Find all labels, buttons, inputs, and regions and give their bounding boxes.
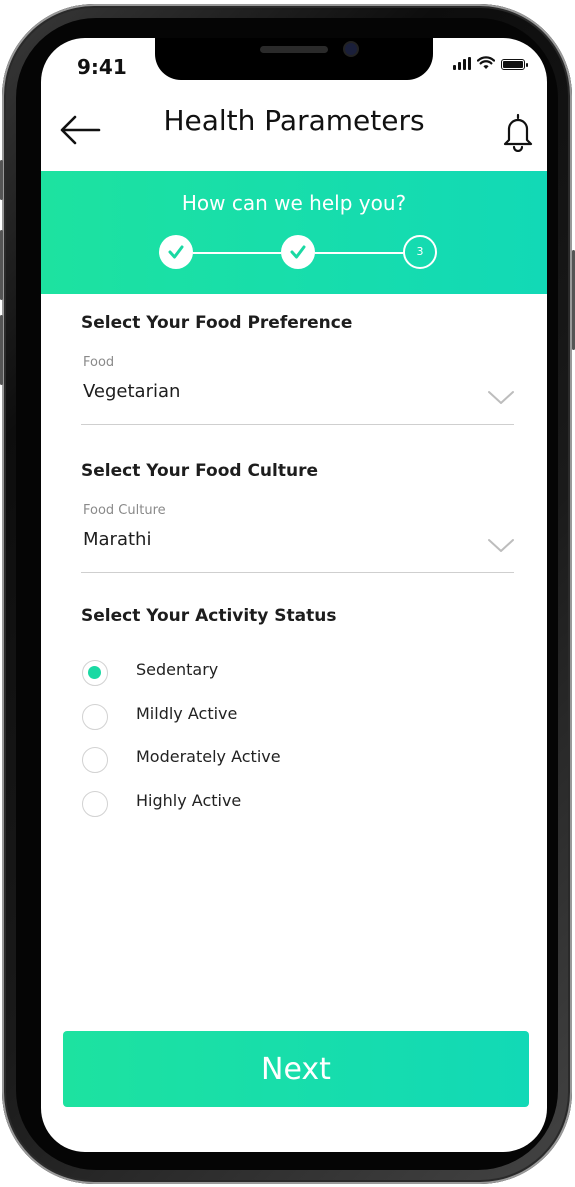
banner-prompt: How can we help you? [181,191,407,215]
side-button-volume-up [0,230,3,300]
progress-banner: How can we help you? 3 [41,171,547,294]
check-icon [168,245,184,259]
radio-option-mildly-active[interactable]: Mildly Active [81,702,381,734]
side-button-volume-down [0,315,3,385]
signal-icon [453,57,471,70]
check-icon [290,245,306,259]
wifi-icon [477,56,495,69]
food-culture-underline [81,572,514,573]
food-value: Vegetarian [83,381,181,402]
radio-label: Mildly Active [136,704,238,723]
food-culture-value: Marathi [83,529,152,550]
page-title: Health Parameters [163,104,425,137]
speaker-grille [260,46,328,53]
radio-option-sedentary[interactable]: Sedentary [81,658,381,690]
step-3-current: 3 [403,235,437,269]
bell-icon [503,113,533,153]
food-culture-label: Food Culture [83,503,166,518]
app-header: Health Parameters [41,98,547,158]
radio-label: Moderately Active [136,747,281,766]
radio-option-highly-active[interactable]: Highly Active [81,789,381,821]
battery-icon [501,59,528,70]
food-preference-title: Select Your Food Preference [81,313,353,333]
step-connector [315,252,403,254]
next-button[interactable]: Next [63,1031,529,1107]
food-culture-title: Select Your Food Culture [81,461,319,481]
step-2-complete [281,235,315,269]
chevron-down-icon [488,391,514,404]
radio-button[interactable] [82,747,108,773]
stepper: 3 [159,235,439,271]
food-label: Food [83,355,115,370]
step-1-complete [159,235,193,269]
radio-button[interactable] [82,704,108,730]
radio-button[interactable] [82,791,108,817]
status-icons [453,56,528,70]
front-camera [345,43,357,55]
radio-button[interactable] [82,660,108,686]
activity-status-title: Select Your Activity Status [81,606,337,626]
app-screen: 9:41 Health Parameters How can we help y… [41,38,547,1152]
notch [155,38,433,80]
radio-selected-dot [88,666,101,679]
step-connector [193,252,281,254]
radio-option-moderately-active[interactable]: Moderately Active [81,745,381,777]
food-underline [81,424,514,425]
chevron-down-icon [488,539,514,552]
status-time: 9:41 [77,55,127,79]
notifications-button[interactable] [499,110,537,153]
side-button-silent [0,160,3,200]
radio-label: Highly Active [136,791,242,810]
radio-label: Sedentary [136,660,219,679]
